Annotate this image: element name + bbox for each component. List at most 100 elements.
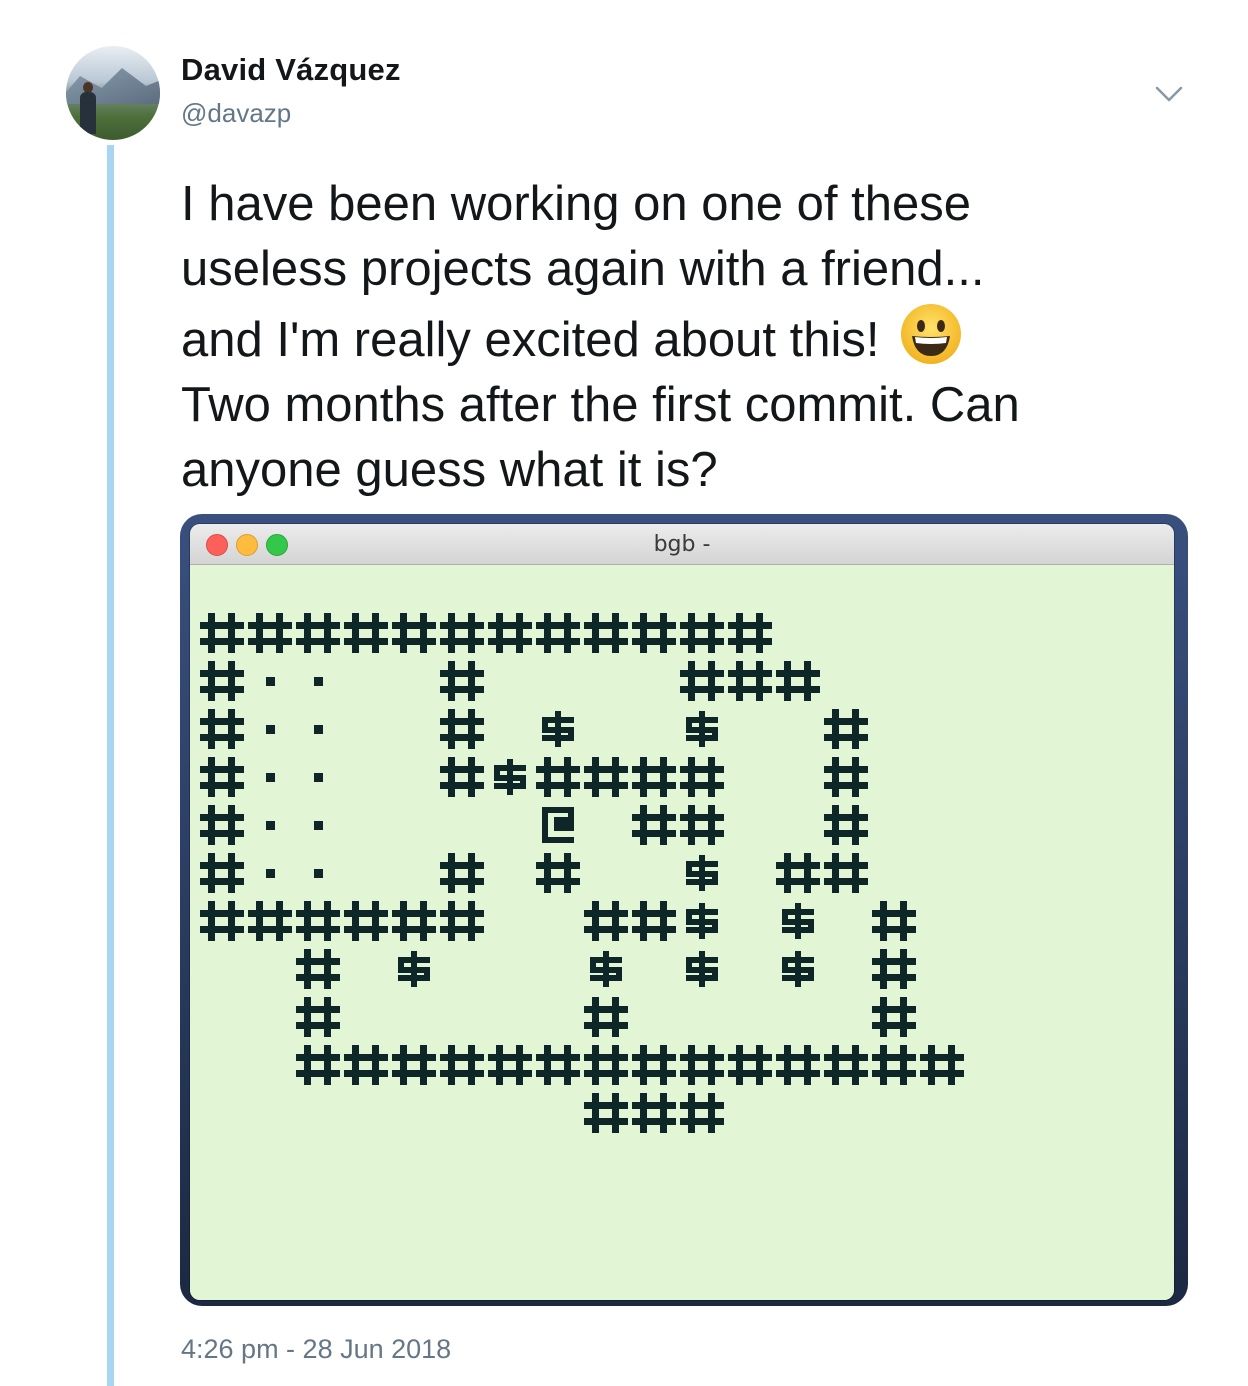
- wall-tile: [584, 1045, 628, 1085]
- box-tile: [398, 951, 430, 987]
- wall-tile: [584, 901, 628, 941]
- wall-tile: [632, 613, 676, 653]
- wall-tile: [632, 901, 676, 941]
- tweet-timestamp[interactable]: 4:26 pm - 28 Jun 2018: [181, 1334, 451, 1365]
- wall-tile: [344, 613, 388, 653]
- wall-tile: [344, 1045, 388, 1085]
- wall-tile: [200, 709, 244, 749]
- wall-tile: [200, 661, 244, 701]
- wall-tile: [824, 853, 868, 893]
- tweet-media[interactable]: bgb -: [180, 514, 1188, 1306]
- goal-tile: [314, 725, 323, 734]
- wall-tile: [632, 757, 676, 797]
- wall-tile: [296, 613, 340, 653]
- wall-tile: [584, 997, 628, 1037]
- chevron-down-icon[interactable]: [1152, 80, 1186, 106]
- wall-tile: [584, 1093, 628, 1133]
- wall-tile: [296, 1045, 340, 1085]
- goal-tile: [314, 869, 323, 878]
- wall-tile: [536, 853, 580, 893]
- wall-tile: [872, 901, 916, 941]
- wall-tile: [680, 661, 724, 701]
- wall-tile: [776, 1045, 820, 1085]
- wall-tile: [392, 1045, 436, 1085]
- wall-tile: [632, 1093, 676, 1133]
- wall-tile: [200, 901, 244, 941]
- wall-tile: [536, 613, 580, 653]
- wall-tile: [680, 805, 724, 845]
- goal-tile: [314, 677, 323, 686]
- tweet-text-part-2: Two months after the first commit. Can a…: [181, 378, 1020, 497]
- wall-tile: [584, 757, 628, 797]
- tweet-text-part-1: I have been working on one of these usel…: [181, 177, 985, 367]
- wall-tile: [248, 901, 292, 941]
- goal-tile: [266, 677, 275, 686]
- wall-tile: [440, 901, 484, 941]
- wall-tile: [392, 613, 436, 653]
- wall-tile: [440, 613, 484, 653]
- wall-tile: [440, 709, 484, 749]
- wall-tile: [728, 661, 772, 701]
- wall-tile: [296, 901, 340, 941]
- wall-tile: [872, 949, 916, 989]
- box-tile: [494, 759, 526, 795]
- wall-tile: [824, 1045, 868, 1085]
- wall-tile: [728, 613, 772, 653]
- wall-tile: [392, 901, 436, 941]
- emulator-window: bgb -: [190, 524, 1174, 1300]
- wall-tile: [872, 1045, 916, 1085]
- window-titlebar: bgb -: [190, 524, 1174, 565]
- game-screen[interactable]: [190, 565, 1174, 1300]
- avatar[interactable]: [66, 46, 160, 140]
- box-tile: [590, 951, 622, 987]
- wall-tile: [488, 613, 532, 653]
- wall-tile: [440, 853, 484, 893]
- goal-tile: [314, 821, 323, 830]
- goal-tile: [266, 869, 275, 878]
- wall-tile: [776, 853, 820, 893]
- wall-tile: [200, 805, 244, 845]
- author-handle[interactable]: @davazp: [181, 98, 291, 129]
- grinning-face-icon: [901, 304, 962, 364]
- goal-tile: [314, 773, 323, 782]
- box-tile: [686, 903, 718, 939]
- wall-tile: [680, 1093, 724, 1133]
- wall-tile: [632, 805, 676, 845]
- wall-tile: [296, 949, 340, 989]
- wall-tile: [440, 1045, 484, 1085]
- wall-tile: [824, 805, 868, 845]
- wall-tile: [440, 661, 484, 701]
- wall-tile: [536, 1045, 580, 1085]
- wall-tile: [680, 613, 724, 653]
- box-tile: [782, 951, 814, 987]
- wall-tile: [920, 1045, 964, 1085]
- wall-tile: [632, 1045, 676, 1085]
- wall-tile: [872, 997, 916, 1037]
- wall-tile: [824, 709, 868, 749]
- wall-tile: [536, 757, 580, 797]
- wall-tile: [248, 613, 292, 653]
- goal-tile: [266, 725, 275, 734]
- thread-line: [107, 145, 114, 1386]
- wall-tile: [824, 757, 868, 797]
- window-title: bgb -: [653, 532, 711, 557]
- wall-tile: [728, 1045, 772, 1085]
- wall-tile: [584, 613, 628, 653]
- goal-tile: [266, 821, 275, 830]
- box-tile: [782, 903, 814, 939]
- tweet-text: I have been working on one of these usel…: [181, 172, 1191, 503]
- box-tile: [542, 711, 574, 747]
- player-tile: [542, 807, 574, 843]
- wall-tile: [200, 613, 244, 653]
- wall-tile: [200, 757, 244, 797]
- author-name[interactable]: David Vázquez: [181, 52, 401, 88]
- wall-tile: [488, 1045, 532, 1085]
- box-tile: [686, 855, 718, 891]
- avatar-person: [80, 82, 96, 134]
- goal-tile: [266, 773, 275, 782]
- wall-tile: [776, 661, 820, 701]
- sokoban-map: [200, 613, 964, 1133]
- box-tile: [686, 951, 718, 987]
- wall-tile: [296, 997, 340, 1037]
- wall-tile: [440, 757, 484, 797]
